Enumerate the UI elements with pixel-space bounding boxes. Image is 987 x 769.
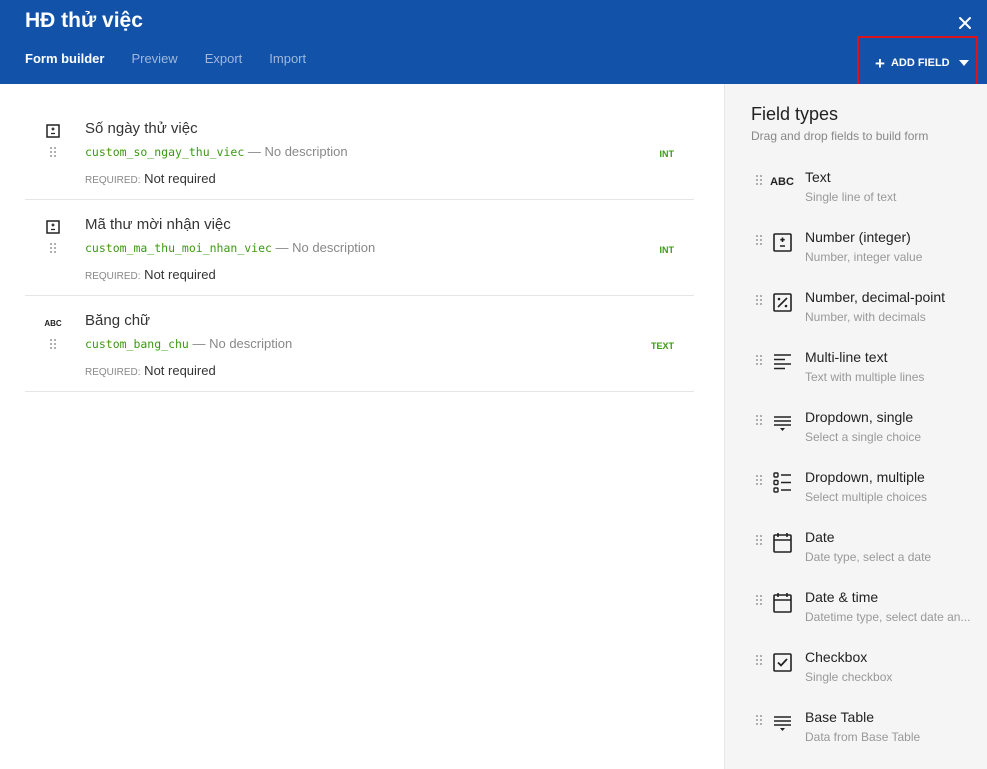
panel-title: Field types [751, 104, 839, 124]
drag-handle-icon[interactable] [755, 174, 763, 186]
abc-icon: ABC [770, 176, 794, 188]
table-lines-icon [771, 711, 793, 733]
field-type-number-integer[interactable]: Number (integer) Number, integer value [725, 229, 987, 285]
field-type-desc: Number, with decimals [805, 310, 926, 324]
calendar-icon [771, 531, 793, 553]
drag-handle-icon[interactable] [755, 654, 763, 666]
add-field-button[interactable]: + ADD FIELD [857, 36, 978, 90]
required-label: REQUIRED: [85, 367, 141, 378]
field-type-desc: Single checkbox [805, 670, 893, 684]
field-type-desc: Select multiple choices [805, 490, 928, 504]
field-type-desc: Number, integer value [805, 250, 923, 264]
field-required: REQUIRED: Not required [85, 363, 216, 378]
caret-down-icon [958, 60, 969, 66]
field-type-name: Dropdown, single [805, 409, 914, 425]
required-value: Not required [140, 267, 216, 282]
required-value: Not required [140, 363, 216, 378]
field-type-badge: INT [659, 245, 675, 255]
field-type-name: Dropdown, multiple [805, 469, 925, 485]
header-bar: HĐ thử việc Form builder Preview Export … [0, 0, 987, 90]
drag-handle-icon[interactable] [49, 146, 57, 158]
field-type-dropdown-single[interactable]: Dropdown, single Select a single choice [725, 409, 987, 465]
field-meta: custom_bang_chu — No description [85, 336, 292, 351]
field-type-desc: Datetime type, select date an... [805, 610, 971, 624]
drag-handle-icon[interactable] [755, 534, 763, 546]
tab-form-builder[interactable]: Form builder [25, 51, 104, 66]
align-left-icon [771, 351, 793, 373]
abc-icon: ABC [44, 318, 62, 328]
plus-icon: + [875, 53, 885, 73]
add-field-label: ADD FIELD [890, 57, 950, 69]
field-row[interactable]: ABC Băng chữ custom_bang_chu — No descri… [25, 296, 694, 392]
drag-handle-icon[interactable] [755, 594, 763, 606]
drag-handle-icon[interactable] [755, 294, 763, 306]
drag-handle-icon[interactable] [49, 242, 57, 254]
field-type-name: Multi-line text [805, 349, 888, 365]
field-type-name: Date & time [805, 589, 879, 605]
tab-import[interactable]: Import [269, 51, 306, 66]
required-label: REQUIRED: [85, 271, 141, 282]
field-row[interactable]: Mã thư mời nhận việc custom_ma_thu_moi_n… [25, 200, 694, 296]
field-meta: custom_ma_thu_moi_nhan_viec — No descrip… [85, 240, 375, 255]
field-type-name: Number (integer) [805, 229, 911, 245]
field-type-text[interactable]: ABC Text Single line of text [725, 169, 987, 225]
tab-bar: Form builder Preview Export Import [25, 51, 333, 66]
field-type-desc: Date type, select a date [805, 550, 932, 564]
integer-icon [44, 122, 62, 140]
field-type-desc: Single line of text [805, 190, 897, 204]
list-icon [771, 471, 793, 493]
drag-handle-icon[interactable] [755, 714, 763, 726]
field-description: — No description [188, 336, 293, 351]
drag-handle-icon[interactable] [755, 414, 763, 426]
field-required: REQUIRED: Not required [85, 171, 216, 186]
dropdown-single-icon [771, 411, 793, 433]
drag-handle-icon[interactable] [755, 474, 763, 486]
field-type-dropdown-multiple[interactable]: Dropdown, multiple Select multiple choic… [725, 469, 987, 525]
field-title: Số ngày thử việc [85, 120, 198, 137]
field-type-badge: TEXT [650, 341, 674, 351]
field-row[interactable]: Số ngày thử việc custom_so_ngay_thu_viec… [25, 104, 694, 200]
field-type-name: Date [805, 529, 835, 545]
drag-handle-icon[interactable] [49, 338, 57, 350]
field-type-name: Base Table [805, 709, 875, 725]
field-code: custom_so_ngay_thu_viec [85, 145, 245, 159]
field-type-base-table[interactable]: Base Table Data from Base Table [725, 709, 987, 765]
close-icon[interactable] [956, 14, 974, 32]
field-description: — No description [244, 144, 348, 159]
checkbox-icon [771, 651, 793, 673]
field-title: Mã thư mời nhận việc [85, 216, 231, 233]
field-type-date[interactable]: Date Date type, select a date [725, 529, 987, 585]
field-type-desc: Data from Base Table [805, 730, 921, 744]
field-types-panel: Field types Drag and drop fields to buil… [724, 84, 987, 769]
required-label: REQUIRED: [85, 175, 141, 186]
field-description: — No description [271, 240, 376, 255]
field-type-multiline[interactable]: Multi-line text Text with multiple lines [725, 349, 987, 405]
field-type-checkbox[interactable]: Checkbox Single checkbox [725, 649, 987, 705]
required-value: Not required [140, 171, 216, 186]
field-title: Băng chữ [85, 312, 151, 329]
tab-preview[interactable]: Preview [131, 51, 177, 66]
field-type-desc: Text with multiple lines [805, 370, 925, 384]
field-type-name: Text [805, 169, 831, 185]
field-type-badge: INT [659, 149, 675, 159]
integer-icon [771, 231, 793, 253]
drag-handle-icon[interactable] [755, 234, 763, 246]
field-type-desc: Select a single choice [805, 430, 922, 444]
field-type-datetime[interactable]: Date & time Datetime type, select date a… [725, 589, 987, 645]
field-code: custom_ma_thu_moi_nhan_viec [85, 241, 272, 255]
tab-export[interactable]: Export [205, 51, 243, 66]
field-meta: custom_so_ngay_thu_viec — No description [85, 144, 348, 159]
percent-icon [771, 291, 793, 313]
drag-handle-icon[interactable] [755, 354, 763, 366]
panel-subtitle: Drag and drop fields to build form [751, 129, 929, 143]
calendar-icon [771, 591, 793, 613]
field-type-number-decimal[interactable]: Number, decimal-point Number, with decim… [725, 289, 987, 345]
integer-icon [44, 218, 62, 236]
page-title: HĐ thử việc [25, 9, 143, 32]
field-required: REQUIRED: Not required [85, 267, 216, 282]
field-code: custom_bang_chu [85, 337, 189, 351]
field-type-name: Checkbox [805, 649, 868, 665]
field-type-name: Number, decimal-point [805, 289, 946, 305]
